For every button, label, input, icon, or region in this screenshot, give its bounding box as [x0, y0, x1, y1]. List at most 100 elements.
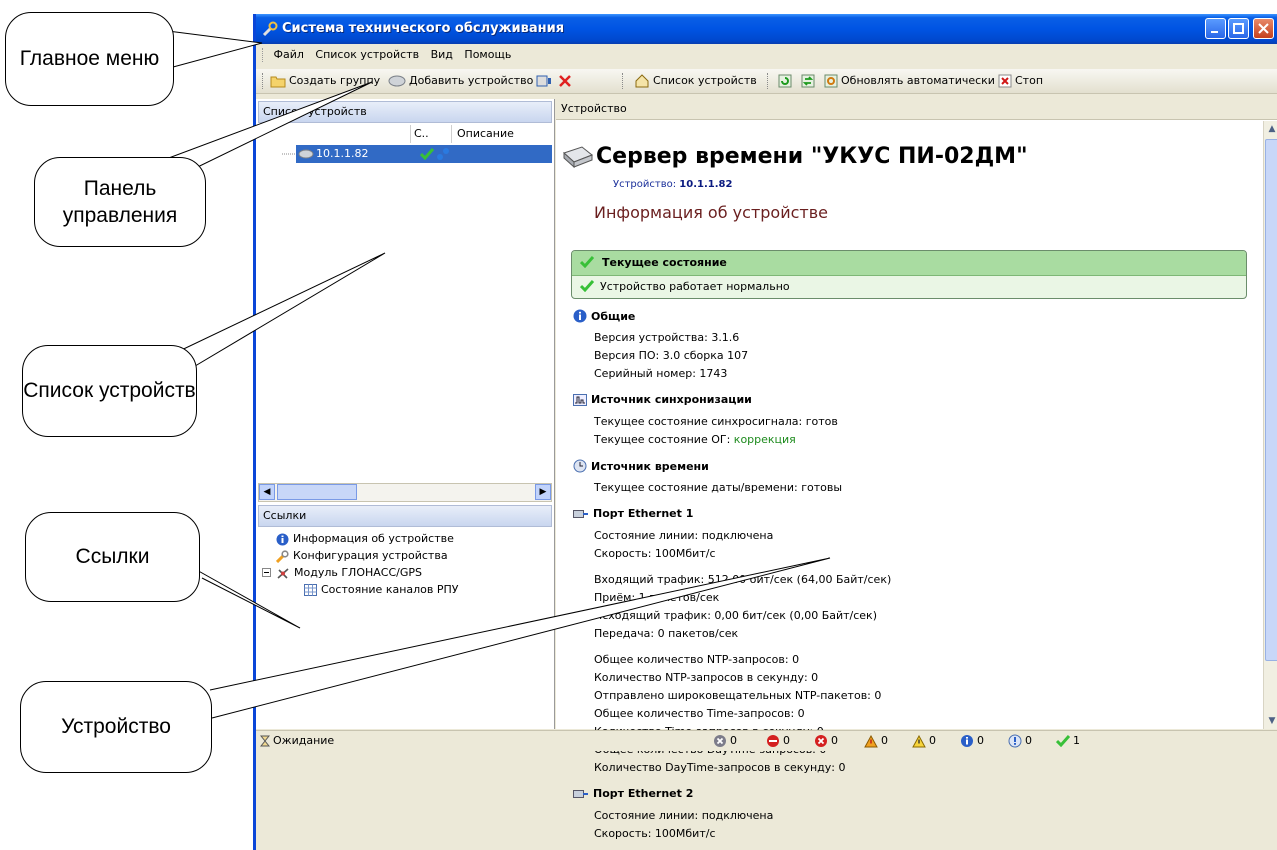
device-list-columns: С.. Описание	[258, 125, 552, 143]
auto-refresh-button[interactable]: Обновлять автоматически	[824, 69, 995, 93]
counter-warning: 0	[912, 731, 936, 751]
wrench-icon	[276, 549, 289, 563]
table-icon	[304, 584, 317, 596]
scroll-up-button[interactable]: ▲	[1265, 121, 1277, 137]
title-bar[interactable]: Система технического обслуживания	[256, 14, 1277, 44]
toolbar-separator	[622, 73, 624, 89]
device-icon	[388, 75, 406, 87]
info-icon	[961, 735, 973, 747]
section-general: Общие	[573, 309, 635, 323]
link-label: Информация об устройстве	[293, 532, 454, 545]
device-row[interactable]: 10.1.1.82	[282, 145, 552, 163]
refresh-button[interactable]	[778, 69, 795, 93]
info-line: Текущее состояние ОГ: коррекция	[594, 433, 796, 446]
link-device-info[interactable]: Информация об устройстве	[276, 531, 454, 547]
device-list-header: Список устройств	[258, 101, 552, 123]
link-label: Конфигурация устройства	[293, 549, 448, 562]
create-group-button[interactable]: Создать группу	[270, 69, 380, 93]
counter-value: 0	[730, 734, 737, 747]
section-title: Порт Ethernet 2	[593, 787, 694, 800]
stop-button[interactable]: Стоп	[998, 69, 1043, 93]
info-line: Общее количество NTP-запросов: 0	[594, 653, 800, 666]
refresh-all-button[interactable]	[801, 69, 818, 93]
section-title: Источник времени	[591, 459, 709, 473]
current-state-box: Текущее состояние Устройство работает но…	[571, 250, 1247, 299]
menu-help[interactable]: Помощь	[460, 44, 515, 66]
hourglass-icon	[260, 735, 270, 747]
notice-icon	[1008, 734, 1022, 748]
info-line: Общее количество Time-запросов: 0	[594, 707, 805, 720]
window-title: Система технического обслуживания	[282, 21, 565, 36]
warning-red-icon	[864, 734, 878, 747]
network-icon	[437, 148, 449, 160]
menu-view[interactable]: Вид	[427, 44, 457, 66]
link-rpu-channels[interactable]: Состояние каналов РПУ	[304, 582, 458, 598]
status-text-cell: Ожидание	[260, 731, 334, 751]
section-title: Общие	[591, 309, 636, 323]
section-sync: Источник синхронизации	[573, 393, 752, 406]
scroll-right-button[interactable]: ▶	[535, 484, 551, 500]
device-list-button[interactable]: Список устройств	[634, 69, 757, 93]
maximize-button[interactable]	[1228, 18, 1249, 39]
refresh-all-icon	[801, 74, 815, 88]
toolbar-separator	[767, 73, 769, 89]
delete-button[interactable]	[558, 69, 575, 93]
section-ethernet-1: Порт Ethernet 1	[573, 507, 693, 520]
subtitle-label: Устройство:	[613, 179, 677, 190]
stop-icon	[998, 74, 1012, 88]
scroll-down-button[interactable]: ▼	[1265, 713, 1277, 729]
device-list-label: Список устройств	[653, 74, 757, 87]
toolbar-grip	[262, 73, 264, 89]
info-line: Скорость: 100Мбит/с	[594, 827, 716, 840]
menu-file[interactable]: Файл	[270, 44, 308, 66]
device-pane: Устройство Сервер времени "УКУС ПИ-02ДМ"…	[556, 99, 1277, 840]
collapse-icon	[262, 568, 271, 577]
satellite-icon	[277, 567, 289, 579]
status-bar: Ожидание 0 0 0 0 0 0 0 1	[256, 730, 1277, 751]
section-time-source: Источник времени	[573, 459, 709, 473]
add-device-label: Добавить устройство	[409, 74, 534, 87]
toolbar: Создать группу Добавить устройство Списо…	[256, 69, 1277, 94]
scroll-thumb[interactable]	[277, 484, 357, 500]
column-description[interactable]: Описание	[451, 125, 514, 143]
vertical-scrollbar[interactable]: ▲ ▼	[1263, 121, 1277, 729]
section-title: Источник синхронизации	[591, 393, 752, 406]
home-icon	[635, 74, 649, 88]
info-line: Передача: 0 пакетов/сек	[594, 627, 739, 640]
auto-refresh-label: Обновлять автоматически	[841, 74, 995, 87]
counter-blocked: 0	[766, 731, 790, 751]
wrench-app-icon	[262, 21, 278, 37]
callout-main-menu: Главное меню	[5, 12, 174, 106]
horizontal-scrollbar[interactable]: ◀ ▶	[258, 483, 552, 502]
counter-value: 0	[831, 734, 838, 747]
counter-error: 0	[814, 731, 838, 751]
info-line: Скорость: 100Мбит/с	[594, 547, 716, 560]
info-icon	[276, 533, 289, 545]
minimize-button[interactable]	[1205, 18, 1226, 39]
menu-device-list[interactable]: Список устройств	[311, 44, 423, 66]
info-heading: Информация об устройстве	[594, 203, 828, 222]
column-status[interactable]: С..	[410, 125, 429, 143]
link-gnss-module[interactable]: Модуль ГЛОНАСС/GPS	[262, 565, 422, 581]
current-state-text: Устройство работает нормально	[600, 280, 790, 293]
scroll-thumb[interactable]	[1265, 139, 1277, 661]
section-title: Порт Ethernet 1	[593, 507, 694, 520]
info-line: Версия устройства: 3.1.6	[594, 331, 740, 344]
info-line: Входящий трафик: 512,00 бит/сек (64,00 Б…	[594, 573, 892, 586]
scroll-left-button[interactable]: ◀	[259, 484, 275, 500]
current-state-header: Текущее состояние	[572, 251, 1246, 276]
counter-notice: 0	[1008, 731, 1032, 751]
current-state-title: Текущее состояние	[602, 256, 727, 269]
pointer-main-menu	[159, 29, 263, 71]
info-value: коррекция	[733, 433, 796, 446]
status-text: Ожидание	[273, 734, 335, 747]
info-line: Количество DayTime-запросов в секунду: 0	[594, 761, 846, 774]
link-device-config[interactable]: Конфигурация устройства	[276, 548, 448, 564]
close-button[interactable]	[1253, 18, 1274, 39]
add-device-button[interactable]: Добавить устройство	[388, 69, 533, 93]
close-icon	[1258, 23, 1269, 34]
error-gray-icon	[714, 735, 726, 747]
blocked-icon	[767, 735, 779, 747]
device-properties-button[interactable]	[536, 69, 555, 93]
device-name: 10.1.1.82	[316, 147, 369, 160]
